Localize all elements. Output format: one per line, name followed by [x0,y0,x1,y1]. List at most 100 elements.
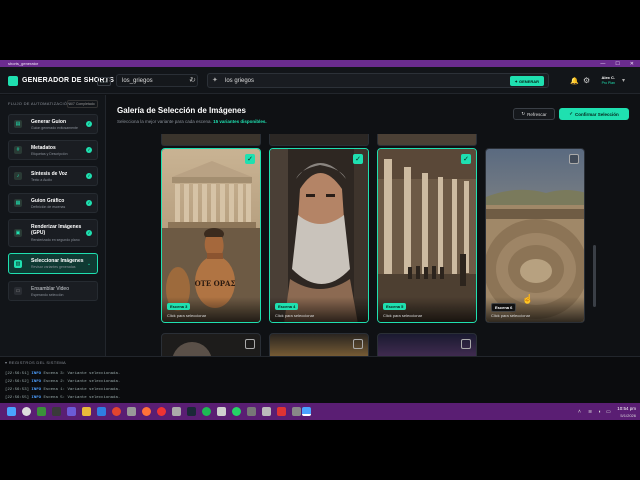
storyboard-icon: ▦ [14,199,22,207]
chrome-icon[interactable] [112,407,121,416]
partial-image-card[interactable] [269,134,369,146]
sidebar-step-seleccionar-imagenes[interactable]: ▧ Seleccionar Imágenes Revisar variantes… [8,253,98,274]
check-icon: ✓ [86,147,92,153]
checkbox-unchecked[interactable] [353,339,363,349]
tray-chevron-icon[interactable]: ˄ [578,409,581,415]
sidebar-step-sintesis-voz[interactable]: ♪ Síntesis de Voz Texto a Audio ✓ [8,166,98,186]
image-card-scene-6[interactable]: Escena 6 Click para seleccionar [485,148,585,323]
refresh-label: Refrescar [527,111,547,117]
taskbar: ˄ ≋ ◖ ▭ 10:54 pm 5/1/2026 [0,403,640,420]
partial-image-card[interactable] [161,333,261,356]
card-caption: Click para seleccionar [491,313,531,318]
card-caption: Click para seleccionar [383,313,423,318]
checkbox-unchecked[interactable] [461,339,471,349]
sidebar-step-metadatos[interactable]: # Metadatos Etiquetas y Descripción ✓ [8,140,98,160]
card-overlay [378,297,476,322]
screen: shorts_generator — ☐ ✕ GENERADOR DE SHOR… [0,0,640,480]
partial-image-card[interactable] [269,333,369,356]
page-title: Galería de Selección de Imágenes [117,106,246,115]
log-time: [22:56:51] [5,372,30,376]
refresh-button[interactable]: ↻ Refrescar [513,108,555,120]
checkbox-checked[interactable]: ✓ [353,154,363,164]
bell-icon[interactable]: 🔔 [570,77,579,85]
app-icon[interactable] [127,407,136,416]
teams-icon[interactable] [67,407,76,416]
firefox-icon[interactable] [142,407,151,416]
app-icon[interactable] [277,407,286,416]
confirm-selection-button[interactable]: ✓ Confirmar Selección [559,108,629,120]
search-icon[interactable] [22,407,31,416]
scene-tag: Escena 4 [275,303,299,310]
clock-time[interactable]: 10:54 pm [614,406,636,411]
gallery-scrollbar[interactable] [593,245,596,307]
log-time: [22:56:55] [5,396,30,400]
sidebar-step-guion-grafico[interactable]: ▦ Guion Gráfico Definición de escenas ✓ [8,193,98,213]
subtitle-text: Selecciona la mejor variante para cada e… [117,119,212,124]
step-title: Seleccionar Imágenes [31,258,84,264]
whatsapp-icon[interactable] [232,407,241,416]
gear-icon[interactable]: ⚙ [583,76,590,85]
card-caption: Click para seleccionar [167,313,207,318]
logo-icon [8,76,18,86]
image-card-scene-3[interactable]: ΟΤΕ ΟΡΑΣ ✓ Escena 3 Click para seleccion… [161,148,261,323]
image-card-scene-4[interactable]: ✓ Escena 4 Click para seleccionar [269,148,369,323]
refresh-icon: ↻ [521,111,526,116]
step-title: Síntesis de Voz [31,171,68,177]
step-subtitle: Renderizado en segundo plano [31,238,80,242]
checkbox-checked[interactable]: ✓ [461,154,471,164]
generate-button[interactable]: ✦ GENERAR [509,76,544,86]
steam-icon[interactable] [187,407,196,416]
chevron-down-icon: ⌄ [86,260,92,267]
scene-tag: Escena 6 [491,303,517,312]
spotify-icon[interactable] [202,407,211,416]
app-icon[interactable] [172,407,181,416]
active-app-icon[interactable] [302,407,311,416]
checkbox-unchecked[interactable] [569,154,579,164]
folder-icon[interactable] [82,407,91,416]
user-menu-chevron-icon[interactable]: ▾ [622,77,625,84]
step-subtitle: Texto a Audio [31,178,53,182]
sidebar-heading: FLUJO DE AUTOMATIZACIÓN [8,101,71,106]
wifi-icon[interactable]: ≋ [588,409,592,415]
checkbox-unchecked[interactable] [245,339,255,349]
volume-icon[interactable]: ◖ [598,409,601,415]
app-icon[interactable] [262,407,271,416]
image-card-scene-5[interactable]: ✓ Escena 5 Click para seleccionar [377,148,477,323]
app-icon[interactable] [247,407,256,416]
top-bar: GENERADOR DE SHORTS v1.0 los_griegos ▾ ↻… [0,67,640,94]
check-icon: ✓ [86,173,92,179]
vscode-icon[interactable] [97,407,106,416]
partial-image-card[interactable] [377,134,477,146]
checkbox-checked[interactable]: ✓ [245,154,255,164]
search-input[interactable]: los griegos [225,78,254,84]
step-subtitle: Esperando selección [31,293,64,297]
partial-image-card[interactable] [377,333,477,356]
window-title: shorts_generator [8,61,39,66]
step-title: Generar Guion [31,119,67,125]
search-bar[interactable]: ✦ los griegos ✦ GENERAR [207,73,549,88]
log-line: [22:56:53] INFO Escena 1: Variante selec… [5,388,120,392]
xbox-icon[interactable] [37,407,46,416]
log-message: Escena 3: Variante seleccionada. [43,372,121,376]
log-heading-text: REGISTROS DEL SISTEMA [8,360,67,365]
clock-date[interactable]: 5/1/2026 [614,413,636,418]
task-view-icon[interactable] [52,407,61,416]
log-heading: ▾ REGISTROS DEL SISTEMA [5,360,67,365]
project-select[interactable]: los_griegos ▾ [116,74,198,87]
step-title: Metadatos [31,145,56,151]
battery-icon[interactable]: ▭ [606,409,611,415]
opera-icon[interactable] [157,407,166,416]
sidebar-step-renderizar-imagenes[interactable]: ▣ Renderizar Imágenes (GPU) Renderizado … [8,219,98,247]
step-title: Ensamblar Video [31,286,69,292]
user-name: Alex C. [601,75,615,80]
close-icon[interactable]: ✕ [630,61,634,67]
sidebar-step-ensamblar-video[interactable]: ▭ Ensamblar Video Esperando selección [8,281,98,301]
maximize-icon[interactable]: ☐ [615,61,619,67]
sidebar-step-generar-guion[interactable]: ▤ Generar Guion Guion generado exitosame… [8,114,98,134]
minimize-icon[interactable]: — [600,61,605,67]
app-icon[interactable] [217,407,226,416]
start-icon[interactable] [7,407,16,416]
app-icon[interactable] [292,407,301,416]
reload-icon[interactable]: ↻ [190,76,196,84]
partial-image-card[interactable] [161,134,261,146]
